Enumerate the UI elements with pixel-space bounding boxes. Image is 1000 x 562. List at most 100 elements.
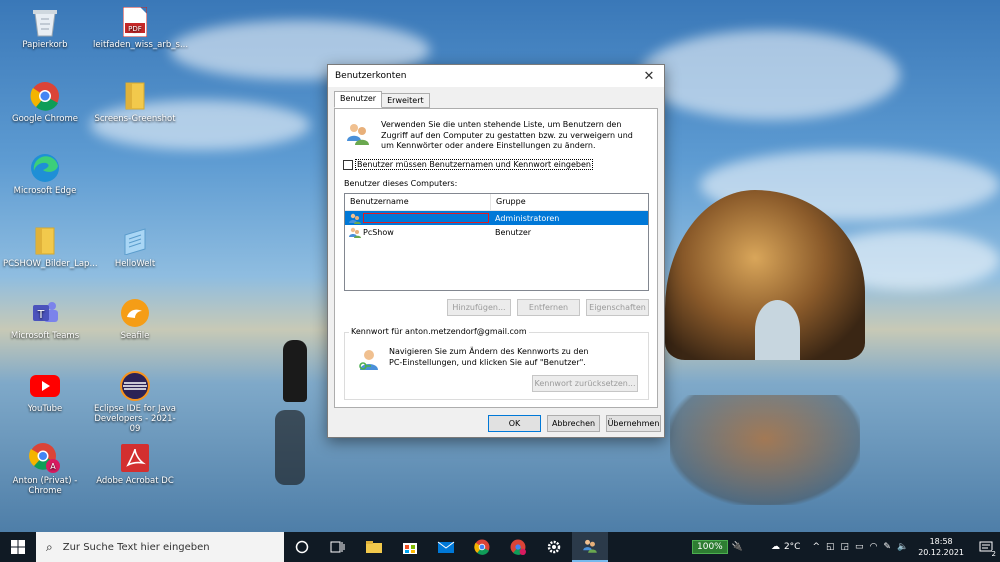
chrome-profile-icon: A [29,442,61,474]
require-password-checkbox-row[interactable]: Benutzer müssen Benutzernamen und Kennwo… [343,159,593,170]
desktop-icon-chrome[interactable]: Google Chrome [3,80,87,124]
desktop-icon-teams[interactable]: T Microsoft Teams [3,297,87,341]
desktop-icon-label: Screens-Greenshot [94,114,176,124]
users-list[interactable]: Benutzername Gruppe Administratoren PcSh… [344,193,649,291]
desktop-icon-label: Anton (Privat) - Chrome [12,476,78,496]
tray-app-icon[interactable]: ◱ [826,542,835,552]
desktop-icon-label: HelloWelt [114,259,156,269]
teams-icon: T [29,297,61,329]
cortana-icon[interactable] [284,532,320,562]
chrome-icon[interactable] [464,532,500,562]
close-icon[interactable]: ✕ [634,65,664,87]
weather-icon[interactable]: ☁ [771,542,780,552]
desktop-icon-label: leitfaden_wiss_arb_s... [93,40,189,50]
notification-count: 2 [991,550,996,558]
clock-time: 18:58 [929,537,953,546]
eclipse-icon [119,370,151,402]
desktop-icon-label: Eclipse IDE for Java Developers - 2021-0… [94,404,176,434]
chrome-icon [29,80,61,112]
list-header: Benutzername Gruppe [345,194,648,211]
reset-password-button[interactable]: Kennwort zurücksetzen... [532,375,638,392]
chevron-up-icon[interactable]: ^ [812,542,820,552]
cloud [640,30,900,120]
user-accounts-dialog: Benutzerkonten ✕ Benutzer Erweitert Verw… [327,64,665,438]
desktop-icon-chrome-profile[interactable]: A Anton (Privat) - Chrome [3,442,87,496]
tray-app-icon[interactable]: ▭ [855,542,864,552]
user-accounts-icon[interactable] [572,532,608,562]
runner-reflection [275,410,305,485]
taskbar-search-box[interactable]: ⌕ Zur Suche Text hier eingeben [36,532,284,562]
mail-icon[interactable] [428,532,464,562]
remove-user-button[interactable]: Entfernen [517,299,580,316]
tray-app-icon[interactable]: ◲ [841,542,850,552]
redacted-username [363,213,489,223]
desktop-icon-label: Papierkorb [22,40,68,50]
desktop-icon-seafile[interactable]: Seafile [93,297,177,341]
file-explorer-icon[interactable] [356,532,392,562]
acrobat-icon [119,442,151,474]
column-header-group[interactable]: Gruppe [491,194,531,210]
dialog-title: Benutzerkonten [335,71,407,81]
user-group-cell: Administratoren [495,213,560,223]
desktop-icon-acrobat[interactable]: Adobe Acrobat DC [93,442,177,486]
edge-icon [29,152,61,184]
user-key-icon [357,348,381,372]
pdf-file-icon: PDF [119,6,151,38]
desktop-icon-label: Microsoft Teams [10,331,80,341]
cancel-button[interactable]: Abbrechen [547,415,600,432]
notification-center-icon[interactable]: 2 [972,532,1000,562]
column-header-username[interactable]: Benutzername [345,194,491,210]
desktop-icon-youtube[interactable]: YouTube [3,370,87,414]
folder-icon [119,80,151,112]
tab-erweitert[interactable]: Erweitert [381,93,430,108]
properties-button[interactable]: Eigenschaften [586,299,649,316]
system-tray: 100% 🔌 ☁ 2°C ^ ◱ ◲ ▭ ◠ ✎ 🔈 18:58 20.12.2… [692,532,1000,562]
add-user-button[interactable]: Hinzufügen... [447,299,511,316]
user-icon [349,227,361,238]
user-group-cell: Benutzer [495,227,532,237]
apply-button[interactable]: Übernehmen [606,415,661,432]
ok-button[interactable]: OK [488,415,541,432]
search-placeholder: Zur Suche Text hier eingeben [62,541,210,553]
windows-start-icon[interactable] [0,532,36,562]
intro-text: Verwenden Sie die unten stehende Liste, … [381,120,633,150]
dialog-titlebar[interactable]: Benutzerkonten ✕ [328,65,664,87]
store-icon[interactable] [392,532,428,562]
password-group-legend: Kennwort für anton.metzendorf@gmail.com [349,327,529,336]
wifi-icon[interactable]: ◠ [870,542,878,552]
desktop-icon-folder[interactable]: Screens-Greenshot [93,80,177,124]
desktop-icon-label: Adobe Acrobat DC [96,476,174,486]
settings-icon[interactable] [536,532,572,562]
notepad-icon [119,225,151,257]
desktop-icon-edge[interactable]: Microsoft Edge [3,152,87,196]
pen-icon[interactable]: ✎ [883,542,891,552]
users-list-label: Benutzer dieses Computers: [344,179,458,188]
desktop-icon-hellowelt[interactable]: HelloWelt [93,225,177,269]
task-view-icon[interactable] [320,532,356,562]
clock[interactable]: 18:58 20.12.2021 [918,536,964,558]
youtube-icon [29,370,61,402]
desktop-icon-label: Google Chrome [11,114,79,124]
require-password-checkbox[interactable] [343,159,353,170]
table-row[interactable]: PcShow Benutzer [345,225,648,239]
svg-text:PDF: PDF [128,25,142,33]
tab-benutzer[interactable]: Benutzer [334,91,383,108]
dialog-tabs: Benutzer Erweitert [334,91,430,108]
plug-icon: 🔌 [731,542,743,552]
desktop-icon-label: PCSHOW_Bilder_Lap... [3,259,98,269]
battery-indicator[interactable]: 100% [692,540,728,554]
rock-arch-opening [755,300,800,360]
desktop-icon-pdf[interactable]: PDF leitfaden_wiss_arb_s... [93,6,189,50]
require-password-label[interactable]: Benutzer müssen Benutzernamen und Kennwo… [355,159,593,170]
weather-temperature[interactable]: 2°C [784,542,801,552]
volume-icon[interactable]: 🔈 [897,542,908,552]
desktop-icon-folder[interactable]: PCSHOW_Bilder_Lap... [3,225,98,269]
desktop-icon-eclipse[interactable]: Eclipse IDE for Java Developers - 2021-0… [93,370,177,434]
desktop-icon-recycle-bin[interactable]: Papierkorb [3,6,87,50]
users-group-icon [345,121,371,147]
password-groupbox: Kennwort für anton.metzendorf@gmail.com … [344,327,649,400]
table-row[interactable]: Administratoren [345,211,648,225]
runner-silhouette [283,340,307,402]
chrome-profile-icon[interactable] [500,532,536,562]
folder-icon [29,225,61,257]
